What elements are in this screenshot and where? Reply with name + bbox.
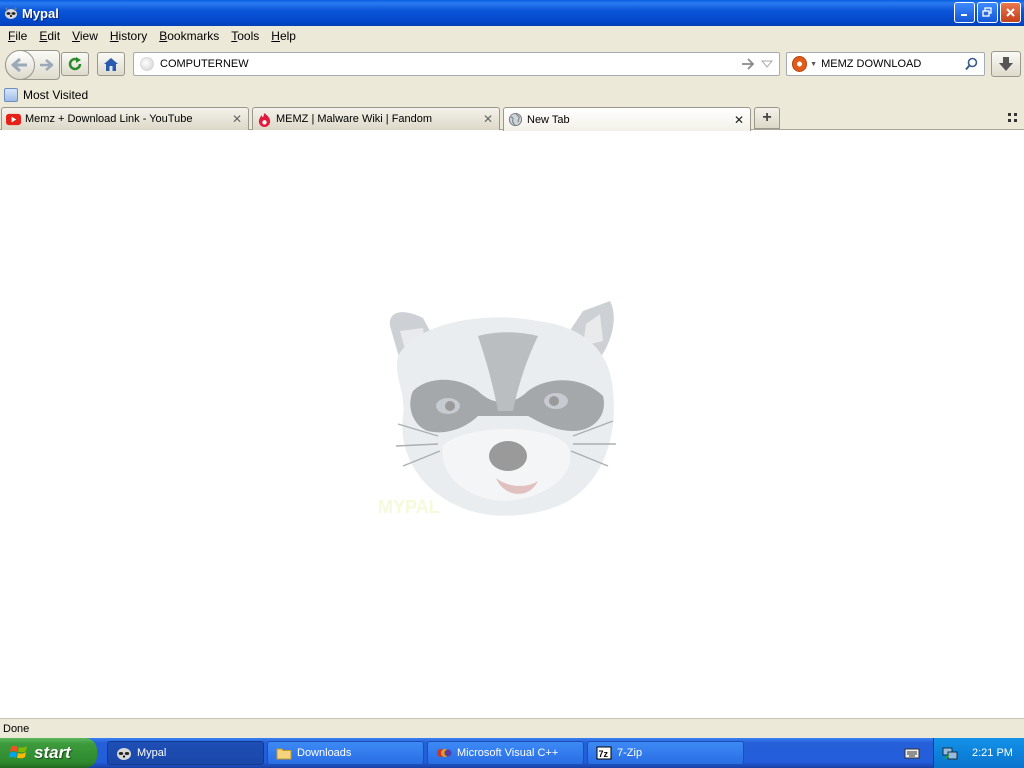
window-title: Mypal (22, 5, 59, 21)
search-engine-icon[interactable] (792, 56, 808, 72)
minimize-icon (961, 14, 967, 16)
downloads-button[interactable] (991, 51, 1021, 77)
clock[interactable]: 2:21 PM (972, 747, 1013, 759)
menu-accel: H (271, 29, 280, 43)
menu-file[interactable]: File (2, 29, 33, 43)
tab-close-icon[interactable]: ✕ (481, 112, 495, 126)
taskbar-button-7zip[interactable]: 7z 7-Zip (587, 741, 744, 765)
tab-close-icon[interactable]: ✕ (230, 112, 244, 126)
menu-help[interactable]: Help (265, 29, 302, 43)
download-arrow-icon (999, 57, 1013, 71)
menu-view[interactable]: View (66, 29, 104, 43)
reload-button[interactable] (61, 52, 89, 76)
forward-arrow-icon (40, 59, 54, 71)
system-tray: 2:21 PM (933, 738, 1024, 768)
fandom-icon (258, 112, 271, 127)
start-label: start (34, 743, 71, 762)
start-button[interactable]: start (0, 738, 97, 768)
taskbar-label: 7-Zip (617, 747, 643, 759)
menu-accel: V (72, 29, 80, 43)
most-visited-icon (4, 88, 18, 102)
tab-fandom[interactable]: MEMZ | Malware Wiki | Fandom ✕ (252, 107, 500, 130)
menu-label: elp (279, 29, 296, 43)
menu-history[interactable]: History (104, 29, 153, 43)
grid-dot (1014, 113, 1017, 116)
title-bar: Mypal (0, 0, 1024, 26)
menu-bookmarks[interactable]: Bookmarks (153, 29, 225, 43)
back-button[interactable] (5, 50, 35, 80)
url-bar[interactable] (133, 52, 780, 76)
keyboard-icon[interactable] (904, 746, 920, 760)
go-arrow-icon[interactable] (739, 58, 757, 70)
menu-bar: File Edit View History Bookmarks Tools H… (0, 26, 1024, 46)
menu-label: istory (118, 29, 148, 43)
menu-label: dit (47, 29, 61, 43)
taskbar: start Mypal Downloads Microsoft Visual C… (0, 738, 1024, 768)
navigation-toolbar: ▼ (0, 46, 1024, 84)
taskbar-label: Downloads (297, 747, 352, 759)
tab-label: Memz + Download Link - YouTube (25, 113, 193, 125)
taskbar-button-mypal[interactable]: Mypal (107, 741, 264, 765)
home-icon (104, 57, 118, 71)
status-text: Done (3, 722, 30, 735)
search-input[interactable] (821, 58, 964, 70)
raccoon-icon (117, 748, 131, 760)
globe-icon (508, 112, 523, 127)
status-bar: Done (0, 718, 1024, 738)
url-dropdown-icon[interactable] (759, 60, 775, 68)
search-bar[interactable]: ▼ (786, 52, 985, 76)
site-identity-icon (140, 57, 154, 71)
tab-label: MEMZ | Malware Wiki | Fandom (276, 113, 433, 125)
mypal-raccoon-logo: MYPAL (378, 301, 616, 517)
back-arrow-icon (11, 57, 27, 73)
youtube-icon (6, 113, 21, 125)
menu-accel: H (109, 29, 119, 43)
tab-label: New Tab (527, 113, 570, 126)
logo-caption: MYPAL (378, 497, 440, 517)
visual-cpp-icon (437, 749, 452, 757)
tab-bar: Memz + Download Link - YouTube ✕ MEMZ | … (0, 106, 1024, 131)
url-input[interactable] (160, 58, 739, 70)
forward-button[interactable] (38, 58, 54, 75)
tab-new-tab[interactable]: New Tab ✕ (503, 107, 751, 131)
folder-icon (276, 748, 292, 760)
page-content: MYPAL (0, 131, 1024, 718)
plus-icon: + (762, 109, 772, 126)
close-icon (1006, 8, 1015, 17)
svg-text:7z: 7z (599, 749, 609, 759)
search-magnifier-icon[interactable] (963, 57, 980, 71)
tab-close-icon[interactable]: ✕ (732, 113, 746, 127)
7zip-icon: 7z (596, 746, 612, 760)
menu-label: ile (15, 29, 28, 43)
tab-list-button[interactable] (1006, 111, 1020, 125)
taskbar-button-downloads[interactable]: Downloads (267, 741, 424, 765)
search-engine-dropdown-icon[interactable]: ▼ (810, 61, 817, 68)
close-button[interactable] (1000, 2, 1021, 23)
bookmarks-toolbar: Most Visited (0, 84, 1024, 106)
taskbar-button-visual-cpp[interactable]: Microsoft Visual C++ (427, 741, 584, 765)
grid-dot (1008, 119, 1011, 122)
tab-youtube[interactable]: Memz + Download Link - YouTube ✕ (1, 107, 249, 130)
back-forward-group (5, 50, 60, 80)
menu-label: ools (237, 29, 260, 43)
windows-flag-icon (9, 745, 27, 759)
reload-icon (68, 57, 82, 71)
taskbar-label: Microsoft Visual C++ (457, 747, 559, 759)
grid-dot (1014, 119, 1017, 122)
new-tab-button[interactable]: + (754, 107, 780, 129)
minimize-button[interactable] (954, 2, 975, 23)
bookmark-most-visited[interactable]: Most Visited (4, 88, 88, 102)
menu-edit[interactable]: Edit (33, 29, 66, 43)
mypal-raccoon-icon (5, 7, 17, 19)
grid-dot (1008, 113, 1011, 116)
network-icon[interactable] (942, 745, 958, 761)
bookmark-label: Most Visited (23, 88, 89, 102)
menu-label: ookmarks (167, 29, 220, 43)
taskbar-label: Mypal (137, 747, 167, 759)
home-button[interactable] (97, 52, 125, 76)
menu-label: iew (79, 29, 98, 43)
menu-tools[interactable]: Tools (225, 29, 265, 43)
restore-icon (982, 7, 992, 17)
restore-button[interactable] (977, 2, 998, 23)
